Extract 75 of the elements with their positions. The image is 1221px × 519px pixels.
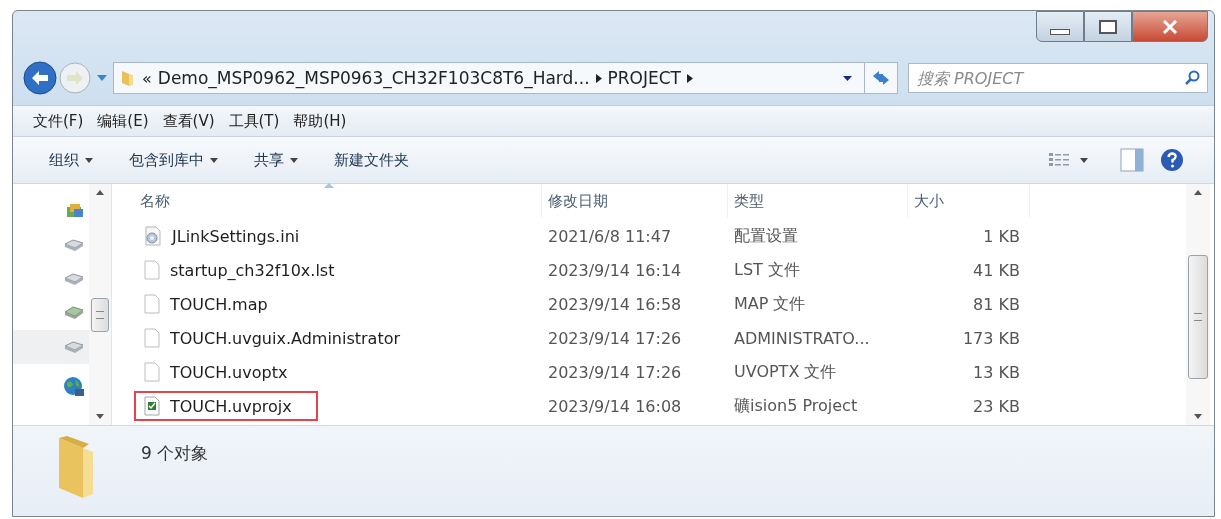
file-name[interactable]: TOUCH.uvprojx	[170, 396, 292, 416]
table-cell-text: 配置设置	[733, 225, 799, 247]
triangle-icon[interactable]	[687, 73, 693, 83]
menu-item[interactable]: 查看(V)	[162, 111, 215, 131]
overflow-chevron[interactable]: «	[142, 68, 152, 88]
toolbar-button[interactable]: 组织	[39, 146, 103, 174]
project-file-icon	[144, 396, 160, 416]
toolbar-button[interactable]: 共享	[244, 146, 308, 174]
table-cell-text: 礦ision5 Project	[733, 395, 859, 417]
item-count: 9 个对象	[141, 442, 209, 465]
file-name[interactable]: TOUCH.uvoptx	[170, 362, 288, 382]
table-cell-text: 2023/9/14 17:26	[547, 328, 683, 348]
help-icon[interactable]	[1160, 148, 1184, 172]
menu-item[interactable]: 帮助(H)	[293, 111, 347, 131]
scrollbar-thumb[interactable]	[91, 298, 109, 332]
column-header[interactable]: 类型	[728, 184, 908, 218]
table-cell-text: 2023/9/14 16:14	[547, 260, 683, 280]
scroll-up-icon[interactable]	[1194, 190, 1202, 195]
breadcrumb[interactable]: PROJECT	[607, 68, 681, 88]
toolbar-button[interactable]: 包含到库中	[119, 146, 228, 174]
search-field[interactable]: 搜索 PROJECT	[908, 63, 1208, 93]
table-cell-text: 1 KB	[982, 226, 1021, 246]
menu-item[interactable]: 文件(F)	[33, 111, 84, 131]
search-icon	[1184, 70, 1200, 86]
close-icon	[1161, 19, 1179, 34]
column-header[interactable]: 大小	[908, 184, 1030, 218]
file-icon	[144, 328, 160, 348]
caret-icon[interactable]	[1080, 157, 1088, 163]
back-button[interactable]	[23, 61, 57, 95]
table-cell-text: 13 KB	[972, 362, 1021, 382]
address-bar[interactable]: « Demo_MSP0962_MSP0963_CH32F103C8T6_Hard... PROJECT	[113, 62, 898, 94]
table-cell-text: MAP 文件	[733, 293, 807, 315]
table-cell-text: 173 KB	[961, 328, 1021, 348]
triangle-icon[interactable]	[595, 73, 602, 83]
menu-item[interactable]: 工具(T)	[228, 111, 280, 131]
file-name[interactable]: startup_ch32f10x.lst	[170, 260, 335, 280]
toolbar-button[interactable]: 新建文件夹	[324, 146, 419, 174]
network-icon[interactable]	[63, 376, 85, 398]
table-cell-text: 81 KB	[972, 294, 1021, 314]
file-name[interactable]: JLinkSettings.ini	[172, 226, 300, 246]
scroll-down-icon[interactable]	[1194, 414, 1202, 419]
caret-icon	[85, 157, 93, 163]
file-name[interactable]: TOUCH.map	[170, 294, 268, 314]
maximize-button[interactable]	[1084, 11, 1132, 42]
file-name[interactable]: TOUCH.uvguix.Administrator	[170, 328, 401, 348]
close-button[interactable]	[1132, 11, 1208, 42]
table-cell-text: 2023/9/14 16:08	[547, 396, 683, 416]
library-icon[interactable]	[65, 203, 85, 219]
file-icon	[144, 294, 160, 314]
breadcrumb[interactable]: Demo_MSP0962_MSP0963_CH32F103C8T6_Hard...	[157, 68, 590, 88]
minimize-button[interactable]	[1036, 11, 1084, 42]
table-cell-text: 23 KB	[972, 396, 1021, 416]
table-cell-text: LST 文件	[733, 259, 801, 281]
view-list-icon[interactable]	[1048, 151, 1070, 169]
caret-icon[interactable]	[843, 75, 852, 81]
settings-file-icon	[144, 226, 162, 246]
table-cell-text: 2023/9/14 17:26	[547, 362, 683, 382]
file-icon	[144, 260, 160, 280]
file-icon	[144, 362, 160, 382]
folder-icon	[120, 69, 136, 87]
table-cell-text: ADMINISTRATO...	[733, 328, 871, 348]
caret-icon	[290, 157, 298, 163]
disc-drive-icon[interactable]	[63, 306, 85, 320]
table-cell-text: 41 KB	[972, 260, 1021, 280]
table-cell-text: 2023/9/14 16:58	[547, 294, 683, 314]
menu-item[interactable]: 编辑(E)	[97, 111, 149, 131]
table-cell-text: 2021/6/8 11:47	[547, 226, 673, 246]
refresh-icon	[871, 70, 891, 86]
scroll-up-icon[interactable]	[96, 190, 104, 195]
scrollbar-thumb[interactable]	[1188, 255, 1208, 379]
sort-arrow-icon	[324, 183, 334, 188]
table-cell-text: UVOPTX 文件	[733, 361, 838, 383]
scroll-down-icon[interactable]	[96, 414, 104, 419]
column-header[interactable]: 修改日期	[542, 184, 728, 218]
caret-icon	[210, 157, 218, 163]
